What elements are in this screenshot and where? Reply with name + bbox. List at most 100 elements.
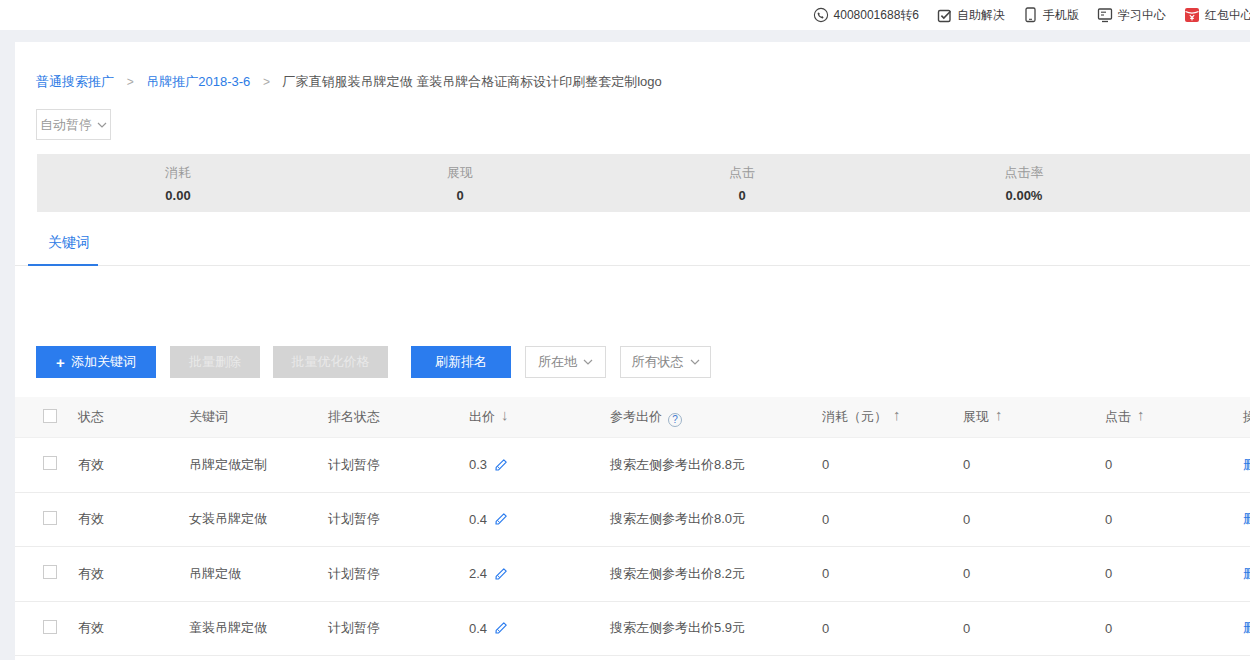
cell-cost: 0 (822, 457, 963, 472)
cell-impressions: 0 (963, 512, 1105, 527)
delete-link[interactable]: 删除 (1243, 565, 1250, 583)
cell-rank-status: 计划暂停 (328, 510, 469, 528)
stat-value: 0 (319, 188, 601, 203)
cell-keyword: 女装吊牌定做 (189, 510, 328, 528)
refresh-rank-label: 刷新排名 (435, 353, 487, 371)
content-card: 普通搜索推广 > 吊牌推广2018-3-6 > 厂家直销服装吊牌定做 童装吊牌合… (15, 42, 1250, 660)
chevron-down-icon (690, 359, 700, 365)
cell-clicks: 0 (1105, 457, 1243, 472)
top-bar: 4008001688转6 自助解决 手机版 学习中心 红包中心 (0, 0, 1250, 30)
red-packet-icon (1184, 7, 1200, 23)
delete-link[interactable]: 删除 (1243, 510, 1250, 528)
cell-ref-bid: 搜索左侧参考出价8.2元 (610, 565, 822, 583)
topbar-item-label: 学习中心 (1118, 7, 1166, 24)
auto-pause-label: 自动暂停 (40, 116, 92, 134)
cell-clicks: 0 (1105, 621, 1243, 636)
topbar-item-label: 红包中心 (1205, 7, 1250, 24)
cell-bid: 0.4 (469, 512, 487, 527)
cell-rank-status: 计划暂停 (328, 619, 469, 637)
cell-ref-bid: 搜索左侧参考出价8.0元 (610, 510, 822, 528)
delete-link[interactable]: 删除 (1243, 456, 1250, 474)
edit-pencil-icon[interactable] (494, 458, 508, 472)
hotline: 4008001688转6 (813, 7, 919, 24)
cell-keyword: 童装吊牌定做 (189, 619, 328, 637)
cell-status: 有效 (78, 510, 189, 528)
topbar-item-mobile[interactable]: 手机版 (1023, 7, 1079, 24)
header-clicks[interactable]: 点击 ↑ (1105, 408, 1243, 426)
topbar-item-learning[interactable]: 学习中心 (1097, 7, 1166, 24)
topbar-item-label: 自助解决 (957, 7, 1005, 24)
cell-cost: 0 (822, 621, 963, 636)
header-impressions[interactable]: 展现↑ (963, 408, 1105, 426)
table-row: 有效 吊牌定做 计划暂停 2.4 搜索左侧参考出价8.2元 0 0 0 删除 (15, 547, 1250, 602)
cell-bid: 2.4 (469, 566, 487, 581)
batch-delete-label: 批量删除 (189, 353, 241, 371)
table-row: 有效 女装吊牌定做 计划暂停 0.4 搜索左侧参考出价8.0元 0 0 0 删除 (15, 493, 1250, 548)
edit-pencil-icon[interactable] (494, 567, 508, 581)
batch-optimize-price-button: 批量优化价格 (273, 346, 388, 378)
cell-rank-status: 计划暂停 (328, 565, 469, 583)
add-keyword-label: 添加关键词 (71, 353, 136, 371)
edit-pencil-icon[interactable] (494, 621, 508, 635)
sort-asc-icon[interactable]: ↑ (995, 406, 1003, 423)
cell-impressions: 0 (963, 621, 1105, 636)
row-checkbox[interactable] (43, 456, 57, 470)
header-bid-label: 出价 (469, 409, 495, 424)
cell-keyword: 吊牌定做定制 (189, 456, 328, 474)
stat-label: 点击 (601, 164, 883, 182)
tab-divider (15, 265, 1250, 266)
help-icon[interactable]: ? (668, 413, 682, 427)
check-square-icon (937, 8, 952, 23)
topbar-item-red-packet[interactable]: 红包中心 (1184, 7, 1250, 24)
stat-cost: 消耗 0.00 (37, 154, 319, 212)
header-clicks-label: 点击 (1105, 409, 1131, 424)
location-filter-label: 所在地 (538, 353, 577, 371)
header-status[interactable]: 状态 (78, 408, 189, 426)
row-checkbox[interactable] (43, 511, 57, 525)
select-all-checkbox[interactable] (43, 409, 57, 423)
breadcrumb-link-campaign[interactable]: 吊牌推广2018-3-6 (146, 74, 250, 89)
table-header-row: 状态 关键词 排名状态 出价 ↓ 参考出价? 消耗（元）↑ 展现↑ 点击 ↑ 操作 (15, 397, 1250, 438)
header-rank-status[interactable]: 排名状态 (328, 408, 469, 426)
edit-pencil-icon[interactable] (494, 512, 508, 526)
breadcrumb-current: 厂家直销服装吊牌定做 童装吊牌合格证商标设计印刷整套定制logo (283, 74, 662, 89)
header-operations: 操作 (1243, 408, 1250, 426)
stat-value: 0 (601, 188, 883, 203)
header-cost[interactable]: 消耗（元）↑ (822, 408, 963, 426)
row-checkbox[interactable] (43, 620, 57, 634)
monitor-icon (1097, 7, 1113, 23)
header-keyword[interactable]: 关键词 (189, 408, 328, 426)
status-filter-dropdown[interactable]: 所有状态 (620, 346, 711, 378)
location-filter-dropdown[interactable]: 所在地 (525, 346, 606, 378)
stats-bar: 消耗 0.00 展现 0 点击 0 点击率 0.00% (37, 154, 1250, 212)
auto-pause-dropdown[interactable]: 自动暂停 (36, 109, 111, 140)
sort-asc-icon[interactable]: ↑ (1137, 406, 1145, 423)
cell-impressions: 0 (963, 457, 1105, 472)
table-row: 有效 吊牌定做定制 计划暂停 0.3 搜索左侧参考出价8.8元 0 0 0 删除 (15, 438, 1250, 493)
cell-clicks: 0 (1105, 512, 1243, 527)
refresh-rank-button[interactable]: 刷新排名 (411, 346, 511, 378)
cell-ref-bid: 搜索左侧参考出价8.8元 (610, 456, 822, 474)
breadcrumb-link-search-promo[interactable]: 普通搜索推广 (36, 74, 114, 89)
cell-impressions: 0 (963, 566, 1105, 581)
cell-clicks: 0 (1105, 566, 1243, 581)
stat-value: 0.00 (37, 188, 319, 203)
delete-link[interactable]: 删除 (1243, 619, 1250, 637)
cell-cost: 0 (822, 512, 963, 527)
header-ref-bid: 参考出价? (610, 408, 822, 426)
add-keyword-button[interactable]: + 添加关键词 (36, 346, 156, 378)
row-checkbox[interactable] (43, 565, 57, 579)
sort-asc-icon[interactable]: ↑ (893, 406, 901, 423)
cell-ref-bid: 搜索左侧参考出价5.9元 (610, 619, 822, 637)
header-bid[interactable]: 出价 ↓ (469, 408, 610, 426)
batch-optimize-label: 批量优化价格 (292, 353, 370, 371)
cell-status: 有效 (78, 619, 189, 637)
topbar-item-self-help[interactable]: 自助解决 (937, 7, 1005, 24)
stat-label: 消耗 (37, 164, 319, 182)
stat-value: 0.00% (883, 188, 1165, 203)
cell-status: 有效 (78, 456, 189, 474)
sort-desc-icon[interactable]: ↓ (501, 406, 509, 423)
cell-bid: 0.3 (469, 457, 487, 472)
tab-keywords[interactable]: 关键词 (48, 234, 90, 252)
chevron-down-icon (583, 359, 593, 365)
